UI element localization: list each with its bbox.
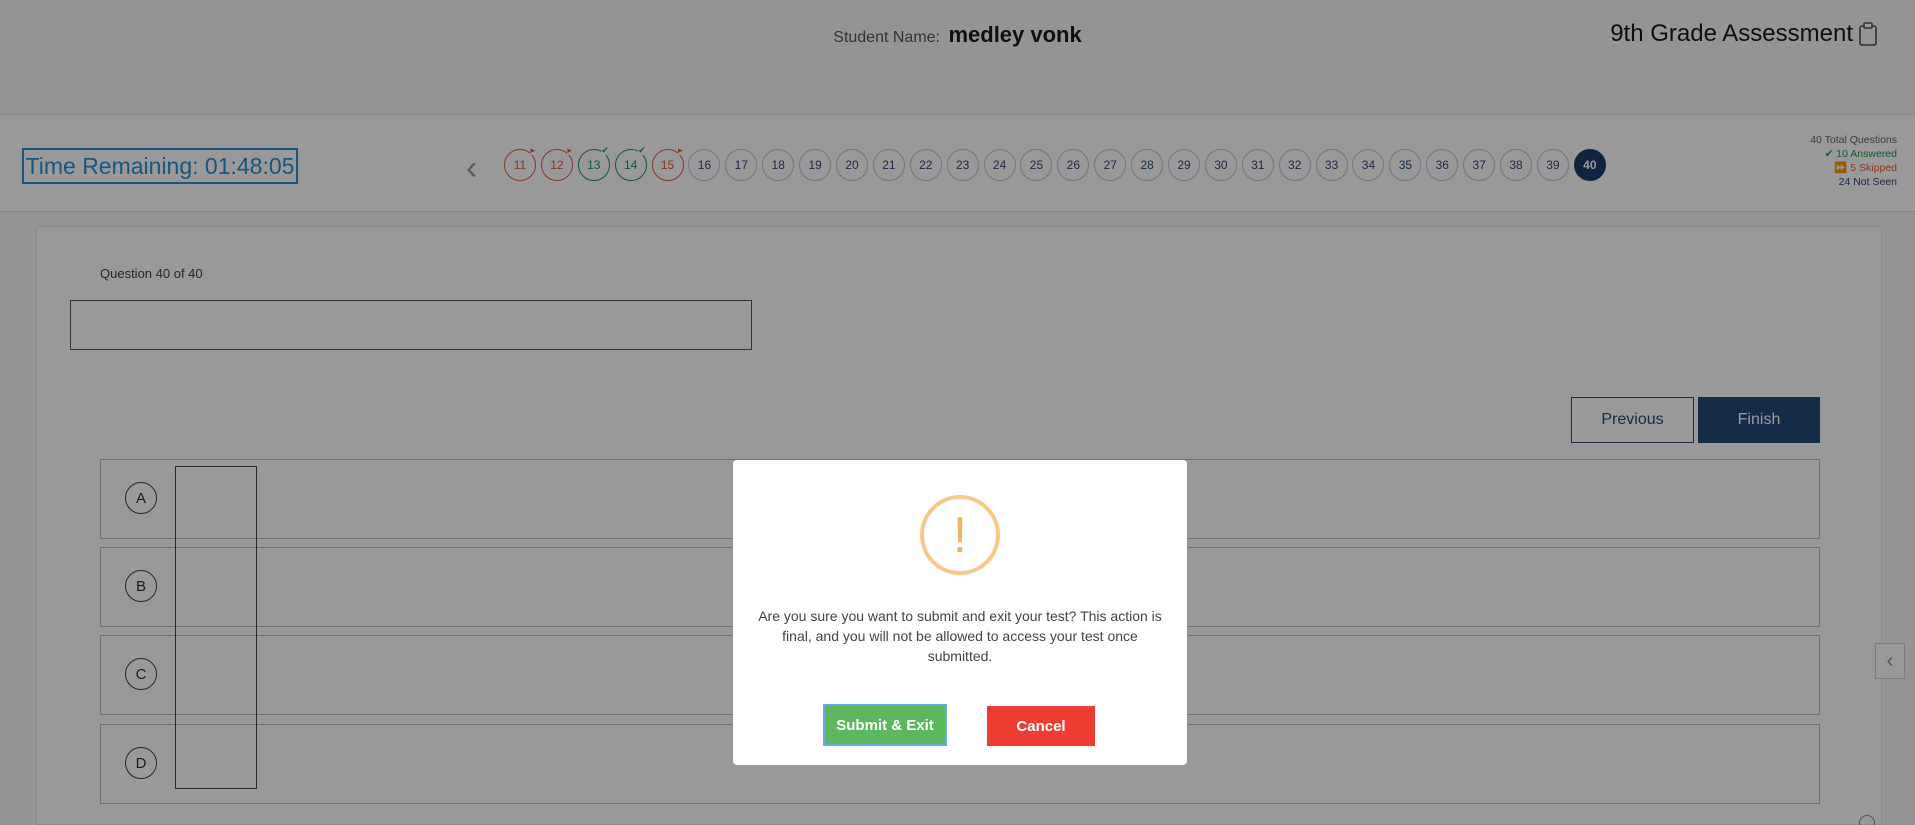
confirm-message: Are you sure you want to submit and exit…	[758, 608, 1162, 664]
cancel-button[interactable]: Cancel	[987, 706, 1095, 746]
exclamation-icon: !	[920, 495, 1000, 575]
submit-exit-button[interactable]: Submit & Exit	[823, 704, 947, 746]
submit-confirm-dialog: ! Are you sure you want to submit and ex…	[733, 460, 1187, 765]
